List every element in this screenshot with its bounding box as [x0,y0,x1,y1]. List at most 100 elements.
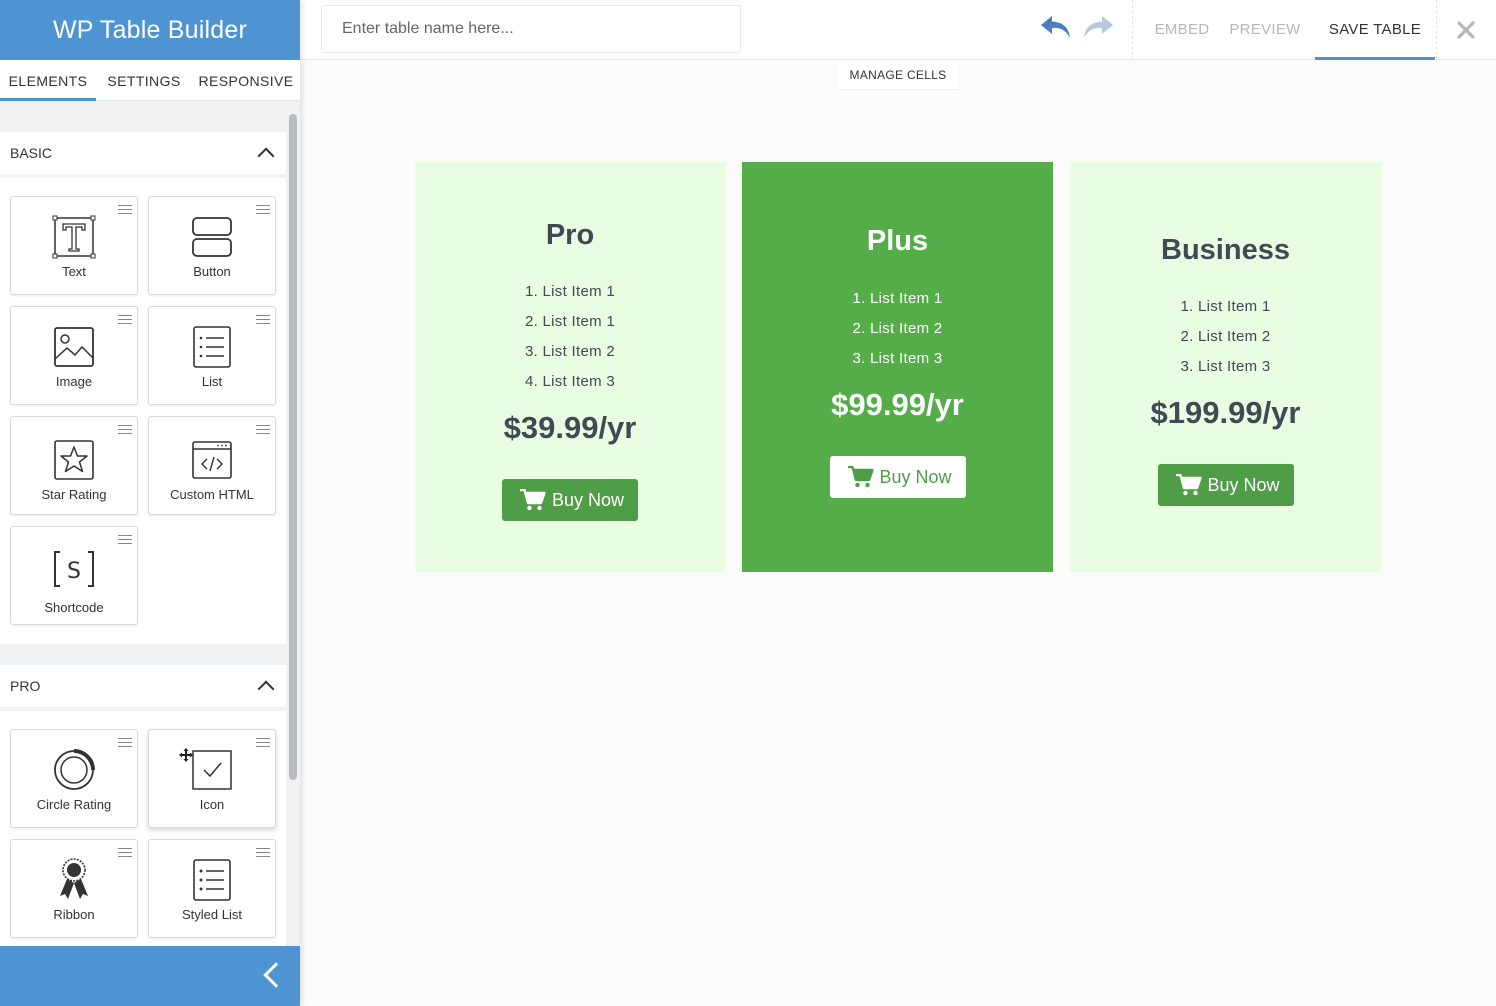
section-body-basic: Text Button Image List Star Rating Custo… [0,178,286,644]
list-item[interactable]: 3. List Item 3 [742,344,1053,374]
tab-settings[interactable]: SETTINGS [96,60,192,101]
drag-handle-icon[interactable] [118,848,132,857]
text-icon [52,215,96,259]
card-price[interactable]: $99.99/yr [742,387,1053,423]
list-item[interactable]: 2. List Item 1 [415,307,725,337]
drag-handle-icon[interactable] [256,315,270,324]
icon-element-icon [192,750,232,790]
element-label: Circle Rating [36,797,112,812]
pricing-card-plus[interactable]: Plus 1. List Item 1 2. List Item 2 3. Li… [742,162,1053,572]
circle-rating-icon [54,749,95,790]
card-price[interactable]: $199.99/yr [1070,395,1381,431]
list-item[interactable]: 2. List Item 2 [1070,322,1381,352]
feature-list[interactable]: 1. List Item 1 2. List Item 2 3. List It… [742,284,1053,374]
list-item[interactable]: 3. List Item 3 [1070,352,1381,382]
move-cursor-icon [179,748,193,762]
card-price[interactable]: $39.99/yr [415,410,725,446]
list-item[interactable]: 1. List Item 1 [1070,292,1381,322]
pricing-card-business[interactable]: Business 1. List Item 1 2. List Item 2 3… [1070,162,1381,572]
drag-handle-icon[interactable] [118,535,132,544]
element-tile-button[interactable]: Button [148,196,276,295]
list-item[interactable]: 1. List Item 1 [415,277,725,307]
list-item[interactable]: 4. List Item 3 [415,367,725,397]
chevron-up-icon [257,147,275,165]
drag-handle-icon[interactable] [118,425,132,434]
pricing-card-pro[interactable]: Pro 1. List Item 1 2. List Item 1 3. Lis… [415,162,725,572]
element-label: Icon [199,797,225,812]
ribbon-icon [60,858,88,899]
element-tile-ribbon[interactable]: Ribbon [10,839,138,938]
drag-handle-icon[interactable] [256,205,270,214]
close-icon[interactable] [1450,18,1482,42]
save-table-button[interactable]: SAVE TABLE [1315,0,1435,60]
drag-handle-icon[interactable] [118,205,132,214]
custom-html-icon [192,441,232,479]
drag-handle-icon[interactable] [118,738,132,747]
section-header-pro[interactable]: PRO [0,665,286,707]
drag-handle-icon[interactable] [256,848,270,857]
manage-cells-button[interactable]: MANAGE CELLS [838,60,958,90]
element-tile-icon[interactable]: Icon [148,729,276,828]
buy-now-button[interactable]: Buy Now [829,456,966,498]
element-tile-shortcode[interactable]: S Shortcode [10,526,138,625]
list-item[interactable]: 1. List Item 1 [742,284,1053,314]
element-label: Shortcode [44,600,104,615]
toolbar-divider [1132,0,1133,60]
drag-handle-icon[interactable] [256,425,270,434]
section-body-pro: Circle Rating Icon Ribbon Styled List [0,711,286,946]
card-title[interactable]: Business [1070,234,1381,267]
sidebar-tabs: ELEMENTS SETTINGS RESPONSIVE [0,60,300,101]
list-icon [193,326,231,368]
buy-now-button[interactable]: Buy Now [1157,464,1294,506]
tab-responsive[interactable]: RESPONSIVE [192,60,300,101]
drag-handle-icon[interactable] [256,738,270,747]
element-tile-star-rating[interactable]: Star Rating [10,416,138,515]
app-title: WP Table Builder [0,0,300,60]
section-label-basic: BASIC [10,145,53,161]
element-tile-styled-list[interactable]: Styled List [148,839,276,938]
element-label: Star Rating [41,487,107,502]
buy-now-button[interactable]: Buy Now [501,479,639,521]
element-tile-text[interactable]: Text [10,196,138,295]
card-title[interactable]: Plus [742,225,1053,258]
chevron-up-icon [257,680,275,698]
image-icon [54,327,94,367]
sidebar-scrollbar-thumb[interactable] [289,114,297,780]
element-tile-list[interactable]: List [148,306,276,405]
section-header-basic[interactable]: BASIC [0,132,286,174]
list-item[interactable]: 3. List Item 2 [415,337,725,367]
feature-list[interactable]: 1. List Item 1 2. List Item 2 3. List It… [1070,292,1381,382]
element-label: List [201,374,223,389]
list-item[interactable]: 2. List Item 2 [742,314,1053,344]
preview-button[interactable]: PREVIEW [1222,0,1308,59]
button-icon [192,217,232,257]
embed-button[interactable]: EMBED [1138,0,1226,59]
collapse-sidebar-button[interactable] [0,946,300,1006]
chevron-left-icon [263,962,289,988]
star-rating-icon [54,440,94,480]
card-title[interactable]: Pro [415,219,725,252]
buy-now-label: Buy Now [879,466,952,487]
cart-icon [519,489,546,511]
drag-handle-icon[interactable] [118,315,132,324]
section-label-pro: PRO [10,678,41,694]
buy-now-label: Buy Now [551,489,625,510]
undo-icon[interactable] [1038,12,1074,44]
feature-list[interactable]: 1. List Item 1 2. List Item 1 3. List It… [415,277,725,397]
svg-text:S: S [67,559,81,584]
element-tile-custom-html[interactable]: Custom HTML [148,416,276,515]
element-label: Ribbon [53,907,95,922]
element-tile-circle-rating[interactable]: Circle Rating [10,729,138,828]
element-label: Button [193,264,231,279]
table-name-input[interactable] [321,5,741,53]
tab-elements[interactable]: ELEMENTS [0,60,96,101]
element-tile-image[interactable]: Image [10,306,138,405]
sidebar: WP Table Builder ELEMENTS SETTINGS RESPO… [0,0,300,1006]
element-label: Custom HTML [170,487,254,502]
shortcode-icon: S [54,551,94,587]
cart-icon [1175,474,1202,496]
cart-icon [847,466,874,488]
buy-now-label: Buy Now [1207,474,1280,495]
redo-icon[interactable] [1080,12,1116,44]
elements-panel: BASIC Text Button Image List Star Rating… [0,101,286,946]
